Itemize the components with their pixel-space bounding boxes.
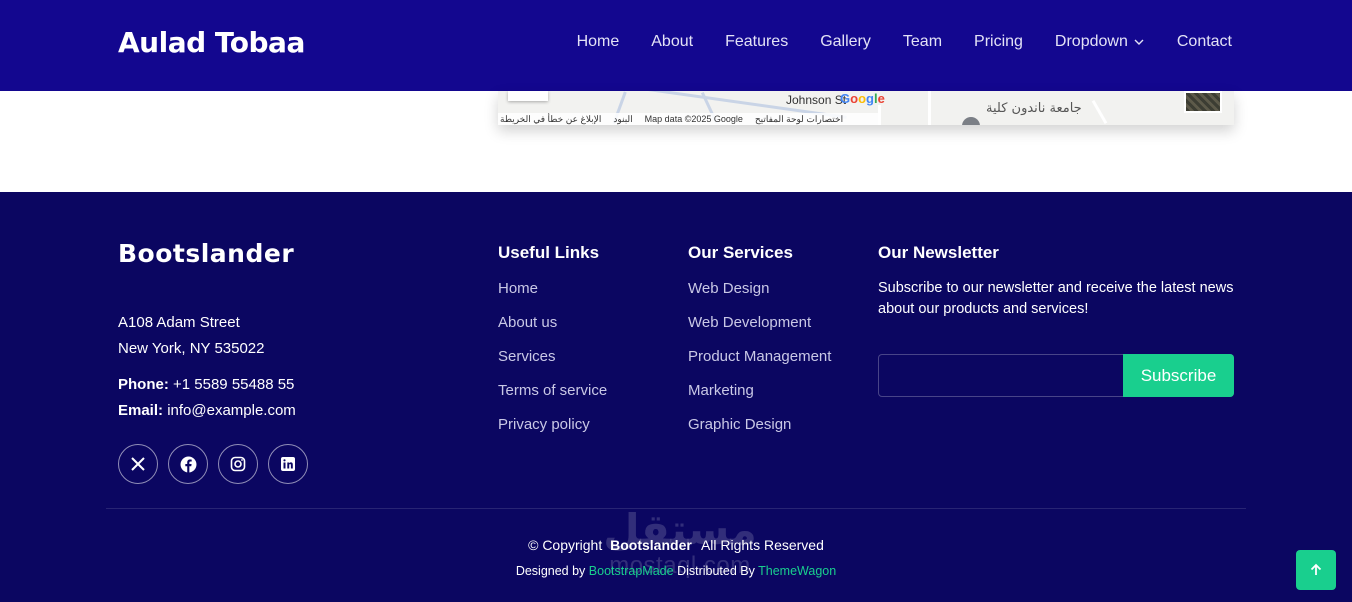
nav-team[interactable]: Team [903,33,942,51]
footer-link-privacy[interactable]: Privacy policy [498,416,607,450]
site-logo[interactable]: Aulad Tobaa [118,26,305,59]
nav-about[interactable]: About [651,33,693,51]
social-links [118,444,308,484]
useful-links-column: Useful Links Home About us Services Term… [498,243,607,450]
social-facebook-link[interactable] [168,444,208,484]
map-satellite-toggle[interactable] [1184,91,1222,113]
nav-features[interactable]: Features [725,33,788,51]
arrow-up-icon [1310,563,1322,575]
map-shortcuts-link[interactable]: اختصارات لوحة المفاتيح [755,114,843,125]
useful-links-title: Useful Links [498,243,600,262]
embedded-map[interactable]: Johnson St Google جامعة ناندون كلية الإب… [498,91,1234,125]
nav-gallery[interactable]: Gallery [820,33,871,51]
google-logo: Google [840,91,885,106]
nav-dropdown-label: Dropdown [1054,33,1128,50]
footer-divider [106,508,1246,509]
nav-home[interactable]: Home [577,33,620,51]
main-nav: Home About Features Gallery Team Pricing… [545,33,1232,51]
address-line-2: New York, NY 535022 [118,340,265,357]
map-data-text: Map data ©2025 Google [644,114,743,124]
map-road [928,91,931,125]
newsletter-column: Our Newsletter Subscribe to our newslett… [878,243,1234,397]
map-road [878,105,881,125]
distributed-by-label: Distributed By [677,564,755,578]
services-title: Our Services [688,243,793,262]
footer-contact: Phone: +1 5589 55488 55 Email: info@exam… [118,372,296,424]
service-link-product-management[interactable]: Product Management [688,348,831,382]
map-zoom-button[interactable] [508,91,548,101]
copyright: © Copyright Bootslander All Rights Reser… [0,537,1352,553]
nav-pricing[interactable]: Pricing [974,33,1023,51]
facebook-icon [180,456,196,472]
chevron-down-icon [1134,39,1144,45]
phone-line: Phone: +1 5589 55488 55 [118,372,296,398]
x-icon [131,457,145,471]
scroll-top-button[interactable] [1296,550,1336,590]
copyright-prefix: © Copyright [528,537,603,553]
footer-address: A108 Adam Street New York, NY 535022 [118,310,265,362]
social-instagram-link[interactable] [218,444,258,484]
map-pin-icon [962,117,980,125]
footer-link-about[interactable]: About us [498,314,607,348]
map-place-label: جامعة ناندون كلية [986,101,1082,116]
newsletter-form: Subscribe [878,354,1234,397]
phone-label: Phone: [118,376,169,393]
service-link-marketing[interactable]: Marketing [688,382,831,416]
email-value: info@example.com [167,402,296,419]
footer-brand[interactable]: Bootslander [118,239,294,268]
nav-contact[interactable]: Contact [1177,33,1232,51]
map-attribution: الإبلاغ عن خطأ في الخريطة البنود Map dat… [498,113,878,125]
phone-value: +1 5589 55488 55 [173,376,295,393]
service-link-graphic-design[interactable]: Graphic Design [688,416,831,450]
newsletter-title: Our Newsletter [878,243,999,262]
subscribe-button[interactable]: Subscribe [1123,354,1234,397]
designer-link[interactable]: BootstrapMade [589,564,674,578]
services-column: Our Services Web Design Web Development … [688,243,831,450]
newsletter-email-input[interactable] [879,355,1123,396]
email-label: Email: [118,402,164,419]
designed-by-label: Designed by [515,564,586,578]
service-link-web-development[interactable]: Web Development [688,314,831,348]
map-road [1091,99,1108,125]
nav-dropdown[interactable]: Dropdown [1055,33,1145,51]
footer-link-home[interactable]: Home [498,280,607,314]
map-report-link[interactable]: الإبلاغ عن خطأ في الخريطة [500,114,601,125]
map-terms-link[interactable]: البنود [613,114,632,125]
address-line-1: A108 Adam Street [118,314,240,331]
newsletter-description: Subscribe to our newsletter and receive … [878,280,1234,317]
map-street-label: Johnson St [786,93,847,107]
footer-link-services[interactable]: Services [498,348,607,382]
service-link-web-design[interactable]: Web Design [688,280,831,314]
site-header: Aulad Tobaa Home About Features Gallery … [0,0,1352,91]
linkedin-icon [281,457,295,471]
social-x-link[interactable] [118,444,158,484]
site-footer: Bootslander A108 Adam Street New York, N… [0,192,1352,602]
footer-link-terms[interactable]: Terms of service [498,382,607,416]
distributor-link[interactable]: ThemeWagon [758,564,836,578]
email-line: Email: info@example.com [118,398,296,424]
credits: Designed by BootstrapMade Distributed By… [0,564,1352,578]
copyright-brand: Bootslander [610,537,692,553]
copyright-suffix: All Rights Reserved [700,537,824,553]
social-linkedin-link[interactable] [268,444,308,484]
instagram-icon [230,456,246,472]
